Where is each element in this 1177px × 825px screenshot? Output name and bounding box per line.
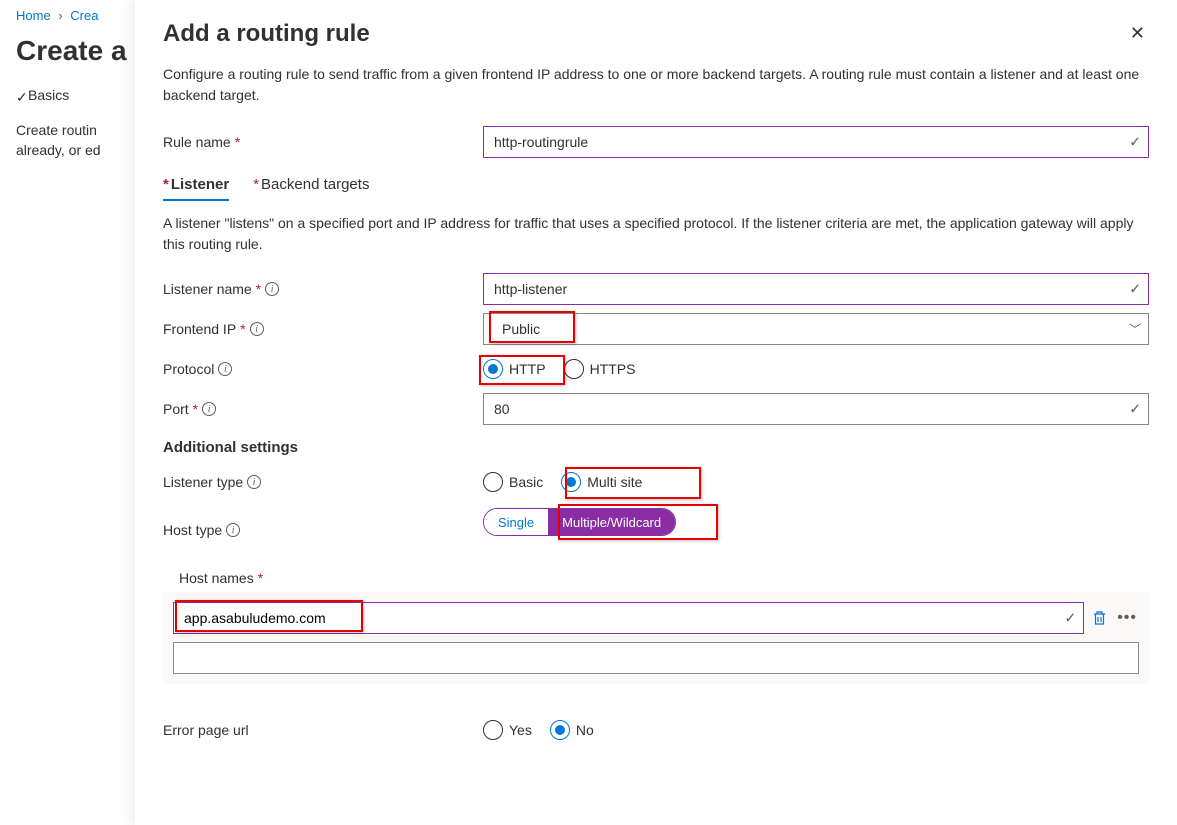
panel-description: Configure a routing rule to send traffic… [163, 64, 1149, 106]
basics-step-label: Basics [28, 87, 69, 103]
host-type-toggle: Single Multiple/Wildcard [483, 508, 676, 536]
chevron-right-icon: › [58, 8, 62, 23]
rule-name-label: Rule name* [163, 134, 483, 150]
listener-name-label: Listener name* i [163, 281, 483, 297]
close-button[interactable]: ✕ [1126, 20, 1149, 46]
error-page-yes-label: Yes [509, 722, 532, 738]
host-names-area: ✓ ••• [163, 592, 1149, 684]
error-page-no-label: No [576, 722, 594, 738]
listener-name-input[interactable] [483, 273, 1149, 305]
frontend-ip-label: Frontend IP* i [163, 321, 483, 337]
host-name-input-0[interactable] [173, 602, 1084, 634]
checkmark-icon: ✓ [16, 89, 28, 106]
more-options-button[interactable]: ••• [1115, 609, 1139, 627]
info-icon[interactable]: i [247, 475, 261, 489]
info-icon[interactable]: i [250, 322, 264, 336]
listener-description: A listener "listens" on a specified port… [163, 213, 1149, 255]
frontend-ip-select[interactable] [483, 313, 1149, 345]
host-type-multiple[interactable]: Multiple/Wildcard [548, 509, 675, 535]
protocol-http-label: HTTP [509, 361, 546, 377]
host-name-input-1[interactable] [173, 642, 1139, 674]
panel-title: Add a routing rule [163, 20, 1149, 48]
host-type-single[interactable]: Single [484, 509, 548, 535]
routing-rule-panel: ✕ Add a routing rule Configure a routing… [135, 0, 1177, 825]
host-type-label: Host type i [163, 522, 483, 538]
protocol-https-label: HTTPS [590, 361, 636, 377]
rule-name-input[interactable] [483, 126, 1149, 158]
breadcrumb-home-link[interactable]: Home [16, 8, 51, 23]
trash-icon [1092, 610, 1107, 626]
listener-type-multi-label: Multi site [587, 474, 642, 490]
protocol-https-radio[interactable]: HTTPS [564, 359, 636, 379]
error-page-yes-radio[interactable]: Yes [483, 720, 532, 740]
protocol-http-radio[interactable]: HTTP [483, 359, 546, 379]
port-label: Port* i [163, 401, 483, 417]
error-page-url-label: Error page url [163, 722, 483, 738]
breadcrumb-create-link[interactable]: Crea [70, 8, 98, 23]
error-page-no-radio[interactable]: No [550, 720, 594, 740]
tab-listener[interactable]: *Listener [163, 172, 229, 199]
info-icon[interactable]: i [218, 362, 232, 376]
host-names-label: Host names* [163, 570, 483, 586]
info-icon[interactable]: i [226, 523, 240, 537]
close-icon: ✕ [1130, 23, 1145, 43]
listener-type-label: Listener type i [163, 474, 483, 490]
listener-type-multi-radio[interactable]: Multi site [561, 472, 642, 492]
info-icon[interactable]: i [202, 402, 216, 416]
additional-settings-heading: Additional settings [163, 439, 1149, 456]
listener-type-basic-radio[interactable]: Basic [483, 472, 543, 492]
info-icon[interactable]: i [265, 282, 279, 296]
tab-backend-targets[interactable]: *Backend targets [253, 172, 369, 199]
delete-host-button[interactable] [1090, 608, 1109, 628]
listener-type-basic-label: Basic [509, 474, 543, 490]
port-input[interactable] [483, 393, 1149, 425]
protocol-label: Protocol i [163, 361, 483, 377]
